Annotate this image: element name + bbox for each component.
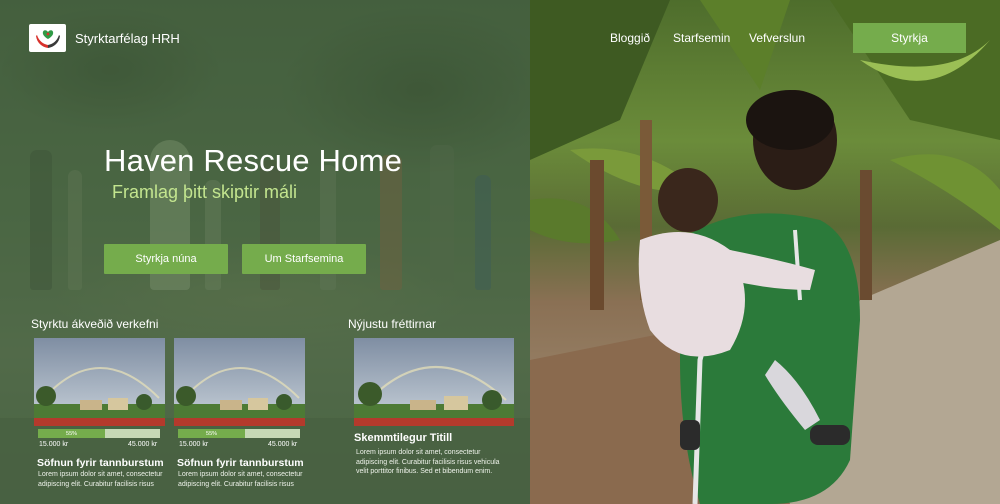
nav-link-blog[interactable]: Bloggið <box>610 31 650 45</box>
projects-heading: Styrktu ákveðið verkefni <box>31 317 159 331</box>
project-progress-bar: 55% <box>38 429 160 438</box>
project-card-image[interactable] <box>34 338 165 426</box>
project-card-text: Lorem ipsum dolor sit amet, consectetur … <box>38 471 163 488</box>
project-card-image[interactable] <box>174 338 305 426</box>
hero-title: Haven Rescue Home <box>104 143 403 178</box>
about-button[interactable]: Um Starfsemina <box>242 244 366 274</box>
raised-amount: 15.000 kr <box>179 441 209 448</box>
news-card-image[interactable] <box>354 338 514 426</box>
project-card-text: Lorem ipsum dolor sit amet, consectetur … <box>178 471 303 488</box>
project-progress-bar: 55% <box>178 429 300 438</box>
brand-name[interactable]: Styrktarfélag HRH <box>75 31 180 46</box>
news-heading: Nýjustu fréttirnar <box>348 317 437 331</box>
progress-percent: 55% <box>206 430 218 437</box>
project-card-title[interactable]: Söfnun fyrir tannburstum <box>177 457 304 469</box>
raised-amount: 15.000 kr <box>39 441 69 448</box>
donate-now-button[interactable]: Styrkja núna <box>104 244 228 274</box>
child-carrying-baby-photo <box>530 0 1000 504</box>
nav-link-shop[interactable]: Vefverslun <box>749 31 805 45</box>
hero-photo <box>530 0 1000 504</box>
nav-donate-button[interactable]: Styrkja <box>853 23 966 53</box>
goal-amount: 45.000 kr <box>128 441 158 448</box>
goal-amount: 45.000 kr <box>268 441 298 448</box>
logo[interactable] <box>29 24 66 52</box>
project-card-title[interactable]: Söfnun fyrir tannburstum <box>37 457 164 469</box>
hero-subtitle: Framlag þitt skiptir máli <box>112 182 298 202</box>
nav-link-operations[interactable]: Starfsemin <box>673 31 730 45</box>
news-card-text: Lorem ipsum dolor sit amet, consectetur … <box>356 449 500 475</box>
news-card-title[interactable]: Skemmtilegur Titill <box>354 432 452 444</box>
hands-heart-logo-icon <box>35 30 60 48</box>
progress-percent: 55% <box>66 430 78 437</box>
